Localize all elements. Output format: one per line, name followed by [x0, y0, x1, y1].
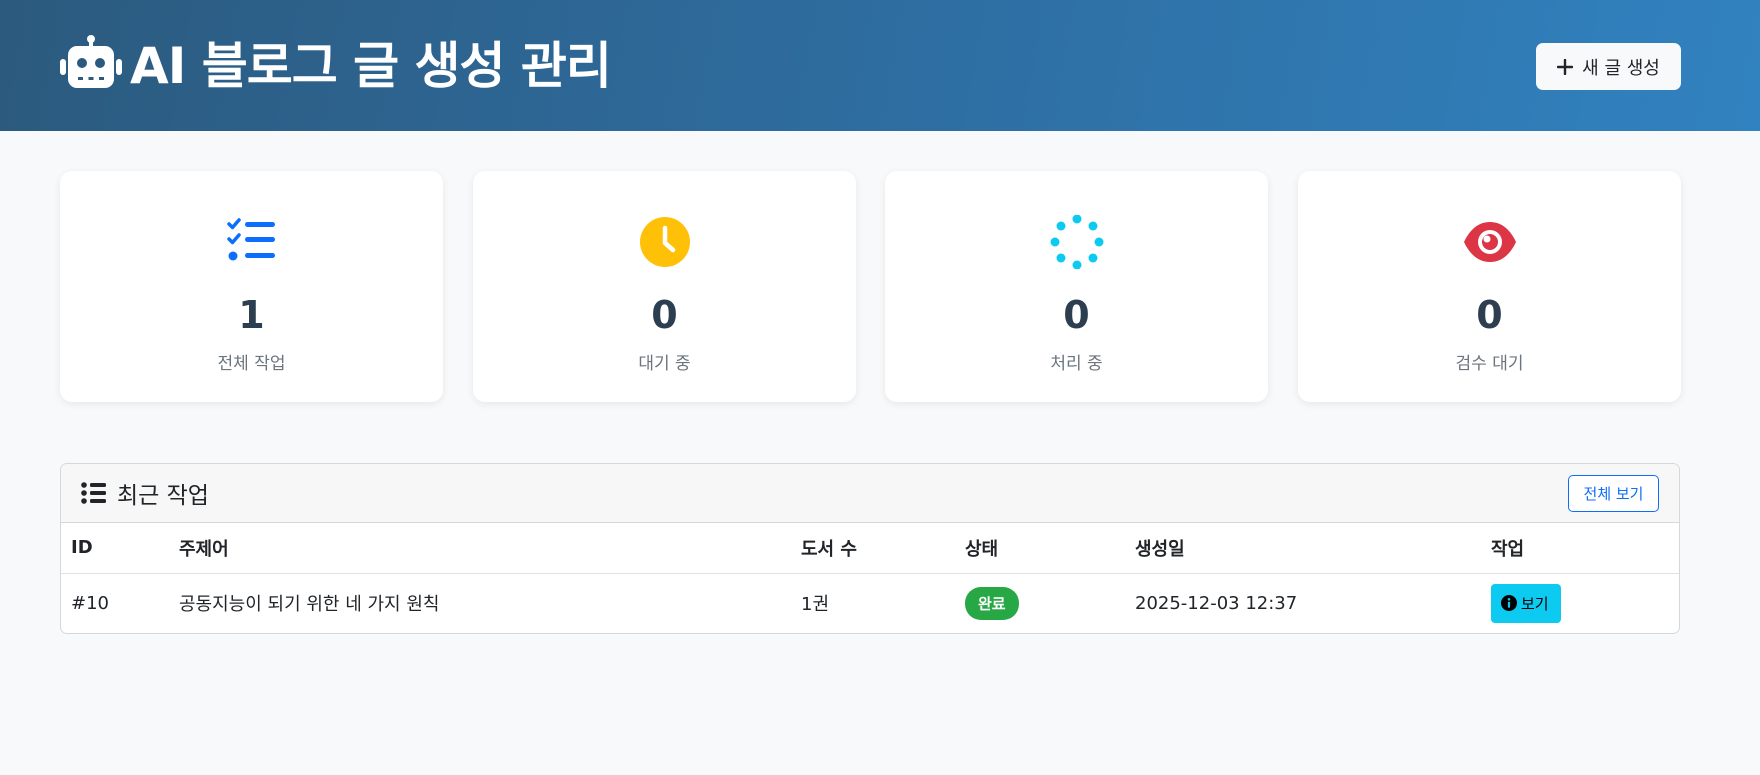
col-header-created: 생성일	[1125, 523, 1481, 574]
brand: AI 블로그 글 생성 관리	[58, 30, 612, 95]
cell-action: 보기	[1481, 573, 1679, 633]
col-header-topic: 주제어	[169, 523, 791, 574]
plus-icon	[1557, 58, 1574, 75]
stat-review-label: 검수 대기	[1455, 354, 1524, 374]
stat-pending-label: 대기 중	[638, 354, 691, 374]
stat-card-review: 0 검수 대기	[1298, 171, 1681, 402]
recent-jobs-panel: 최근 작업 전체 보기 ID 주제어 도서 수 상태 생성일 작업 #10 공동…	[60, 463, 1680, 634]
clock-icon	[639, 217, 690, 267]
view-job-button[interactable]: 보기	[1491, 583, 1561, 623]
stat-total-label: 전체 작업	[217, 354, 286, 374]
cell-id: #10	[71, 592, 109, 614]
spinner-icon	[1050, 215, 1103, 269]
view-job-label: 보기	[1521, 594, 1549, 613]
stat-total-value: 1	[238, 293, 265, 337]
info-icon	[1501, 595, 1517, 612]
col-header-action: 작업	[1481, 523, 1679, 574]
recent-jobs-header: 최근 작업 전체 보기	[61, 464, 1679, 523]
table-header-row: ID 주제어 도서 수 상태 생성일 작업	[61, 523, 1679, 574]
new-post-label: 새 글 생성	[1582, 57, 1660, 79]
stat-card-processing: 0 처리 중	[885, 171, 1268, 402]
cell-created: 2025-12-03 12:37	[1135, 592, 1298, 614]
stat-review-value: 0	[1476, 293, 1503, 337]
stat-processing-label: 처리 중	[1050, 354, 1103, 374]
stat-processing-value: 0	[1063, 293, 1090, 337]
recent-jobs-table: ID 주제어 도서 수 상태 생성일 작업 #10 공동지능이 되기 위한 네 …	[61, 523, 1679, 633]
col-header-books: 도서 수	[791, 523, 955, 574]
cell-topic: 공동지능이 되기 위한 네 가지 원칙	[179, 594, 440, 616]
stat-card-pending: 0 대기 중	[473, 171, 856, 402]
new-post-button[interactable]: 새 글 생성	[1536, 43, 1681, 90]
cell-books: 1권	[801, 594, 830, 616]
list-check-icon	[226, 218, 275, 261]
view-all-button[interactable]: 전체 보기	[1568, 475, 1659, 512]
app-header: AI 블로그 글 생성 관리 새 글 생성	[0, 0, 1760, 131]
page-title: AI 블로그 글 생성 관리	[130, 37, 612, 95]
stat-card-total: 1 전체 작업	[60, 171, 443, 402]
status-badge: 완료	[965, 586, 1019, 620]
robot-icon	[60, 35, 122, 88]
col-header-status: 상태	[955, 523, 1125, 574]
list-icon	[81, 482, 106, 504]
recent-jobs-title: 최근 작업	[117, 483, 209, 509]
stat-pending-value: 0	[651, 293, 678, 337]
table-row: #10 공동지능이 되기 위한 네 가지 원칙 1권 완료 2025-12-03…	[61, 573, 1679, 633]
cell-status: 완료	[955, 573, 1125, 633]
col-header-id: ID	[61, 523, 169, 574]
eye-icon	[1463, 222, 1516, 262]
